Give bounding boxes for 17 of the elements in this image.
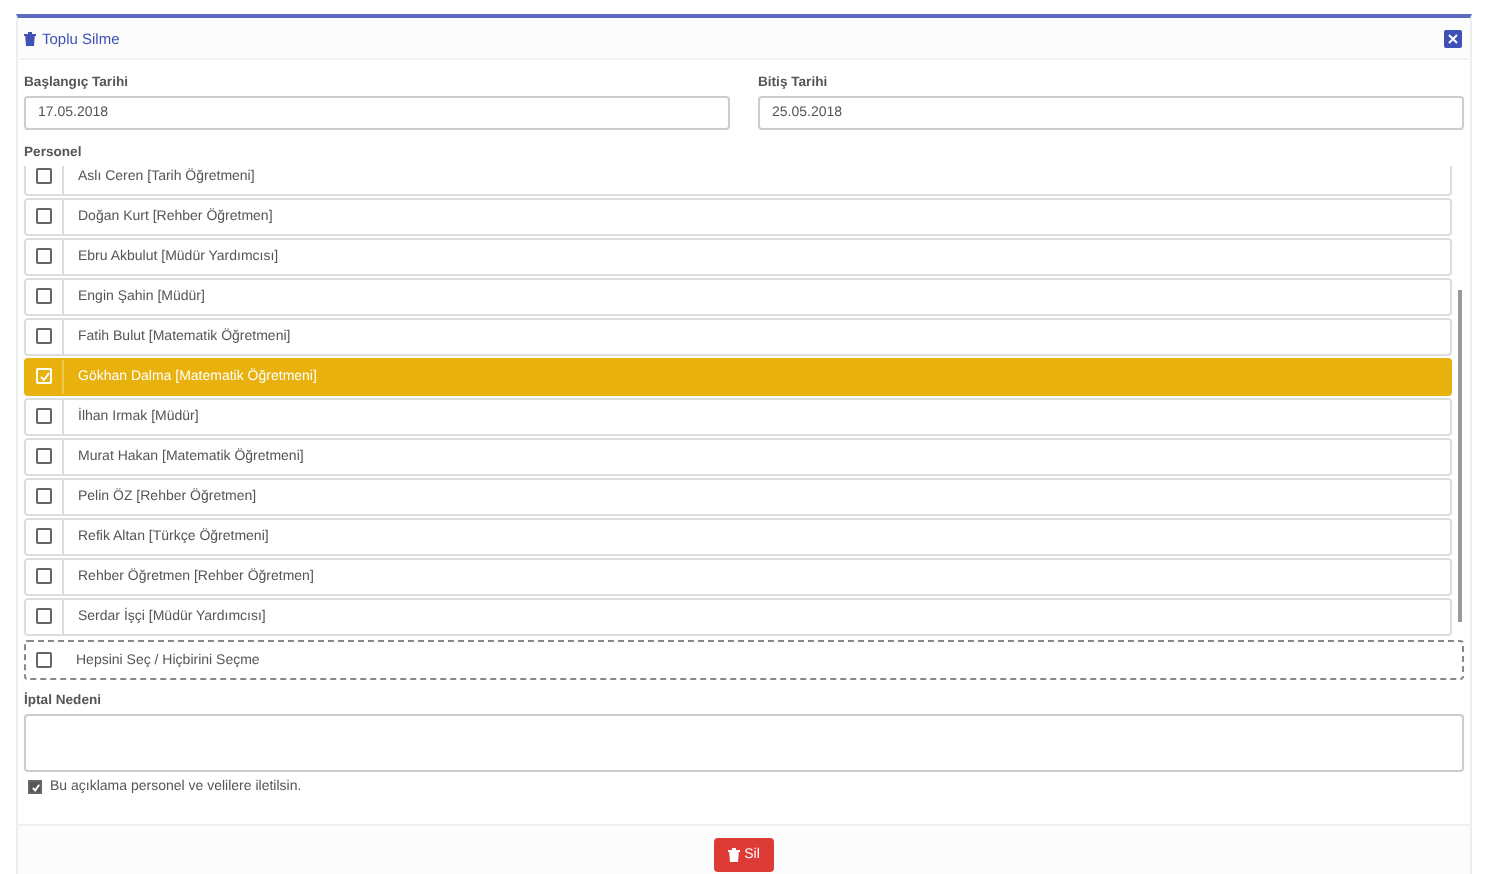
checkbox[interactable] [36, 568, 52, 585]
checkbox[interactable] [36, 168, 52, 185]
trash-icon [728, 848, 741, 862]
close-button[interactable] [1444, 29, 1462, 47]
checkbox[interactable] [36, 248, 52, 265]
checkbox[interactable] [36, 608, 52, 625]
checkbox[interactable] [36, 288, 52, 305]
checkbox[interactable] [28, 780, 42, 794]
checkbox[interactable] [36, 448, 52, 465]
checkbox[interactable] [36, 328, 52, 345]
checkbox[interactable] [36, 652, 52, 668]
checkbox[interactable] [36, 408, 52, 425]
checkbox[interactable] [36, 488, 52, 505]
scrollbar[interactable] [1458, 290, 1462, 622]
reason-field[interactable] [24, 714, 1464, 772]
checkbox[interactable] [36, 208, 52, 225]
checkbox[interactable] [36, 528, 52, 545]
